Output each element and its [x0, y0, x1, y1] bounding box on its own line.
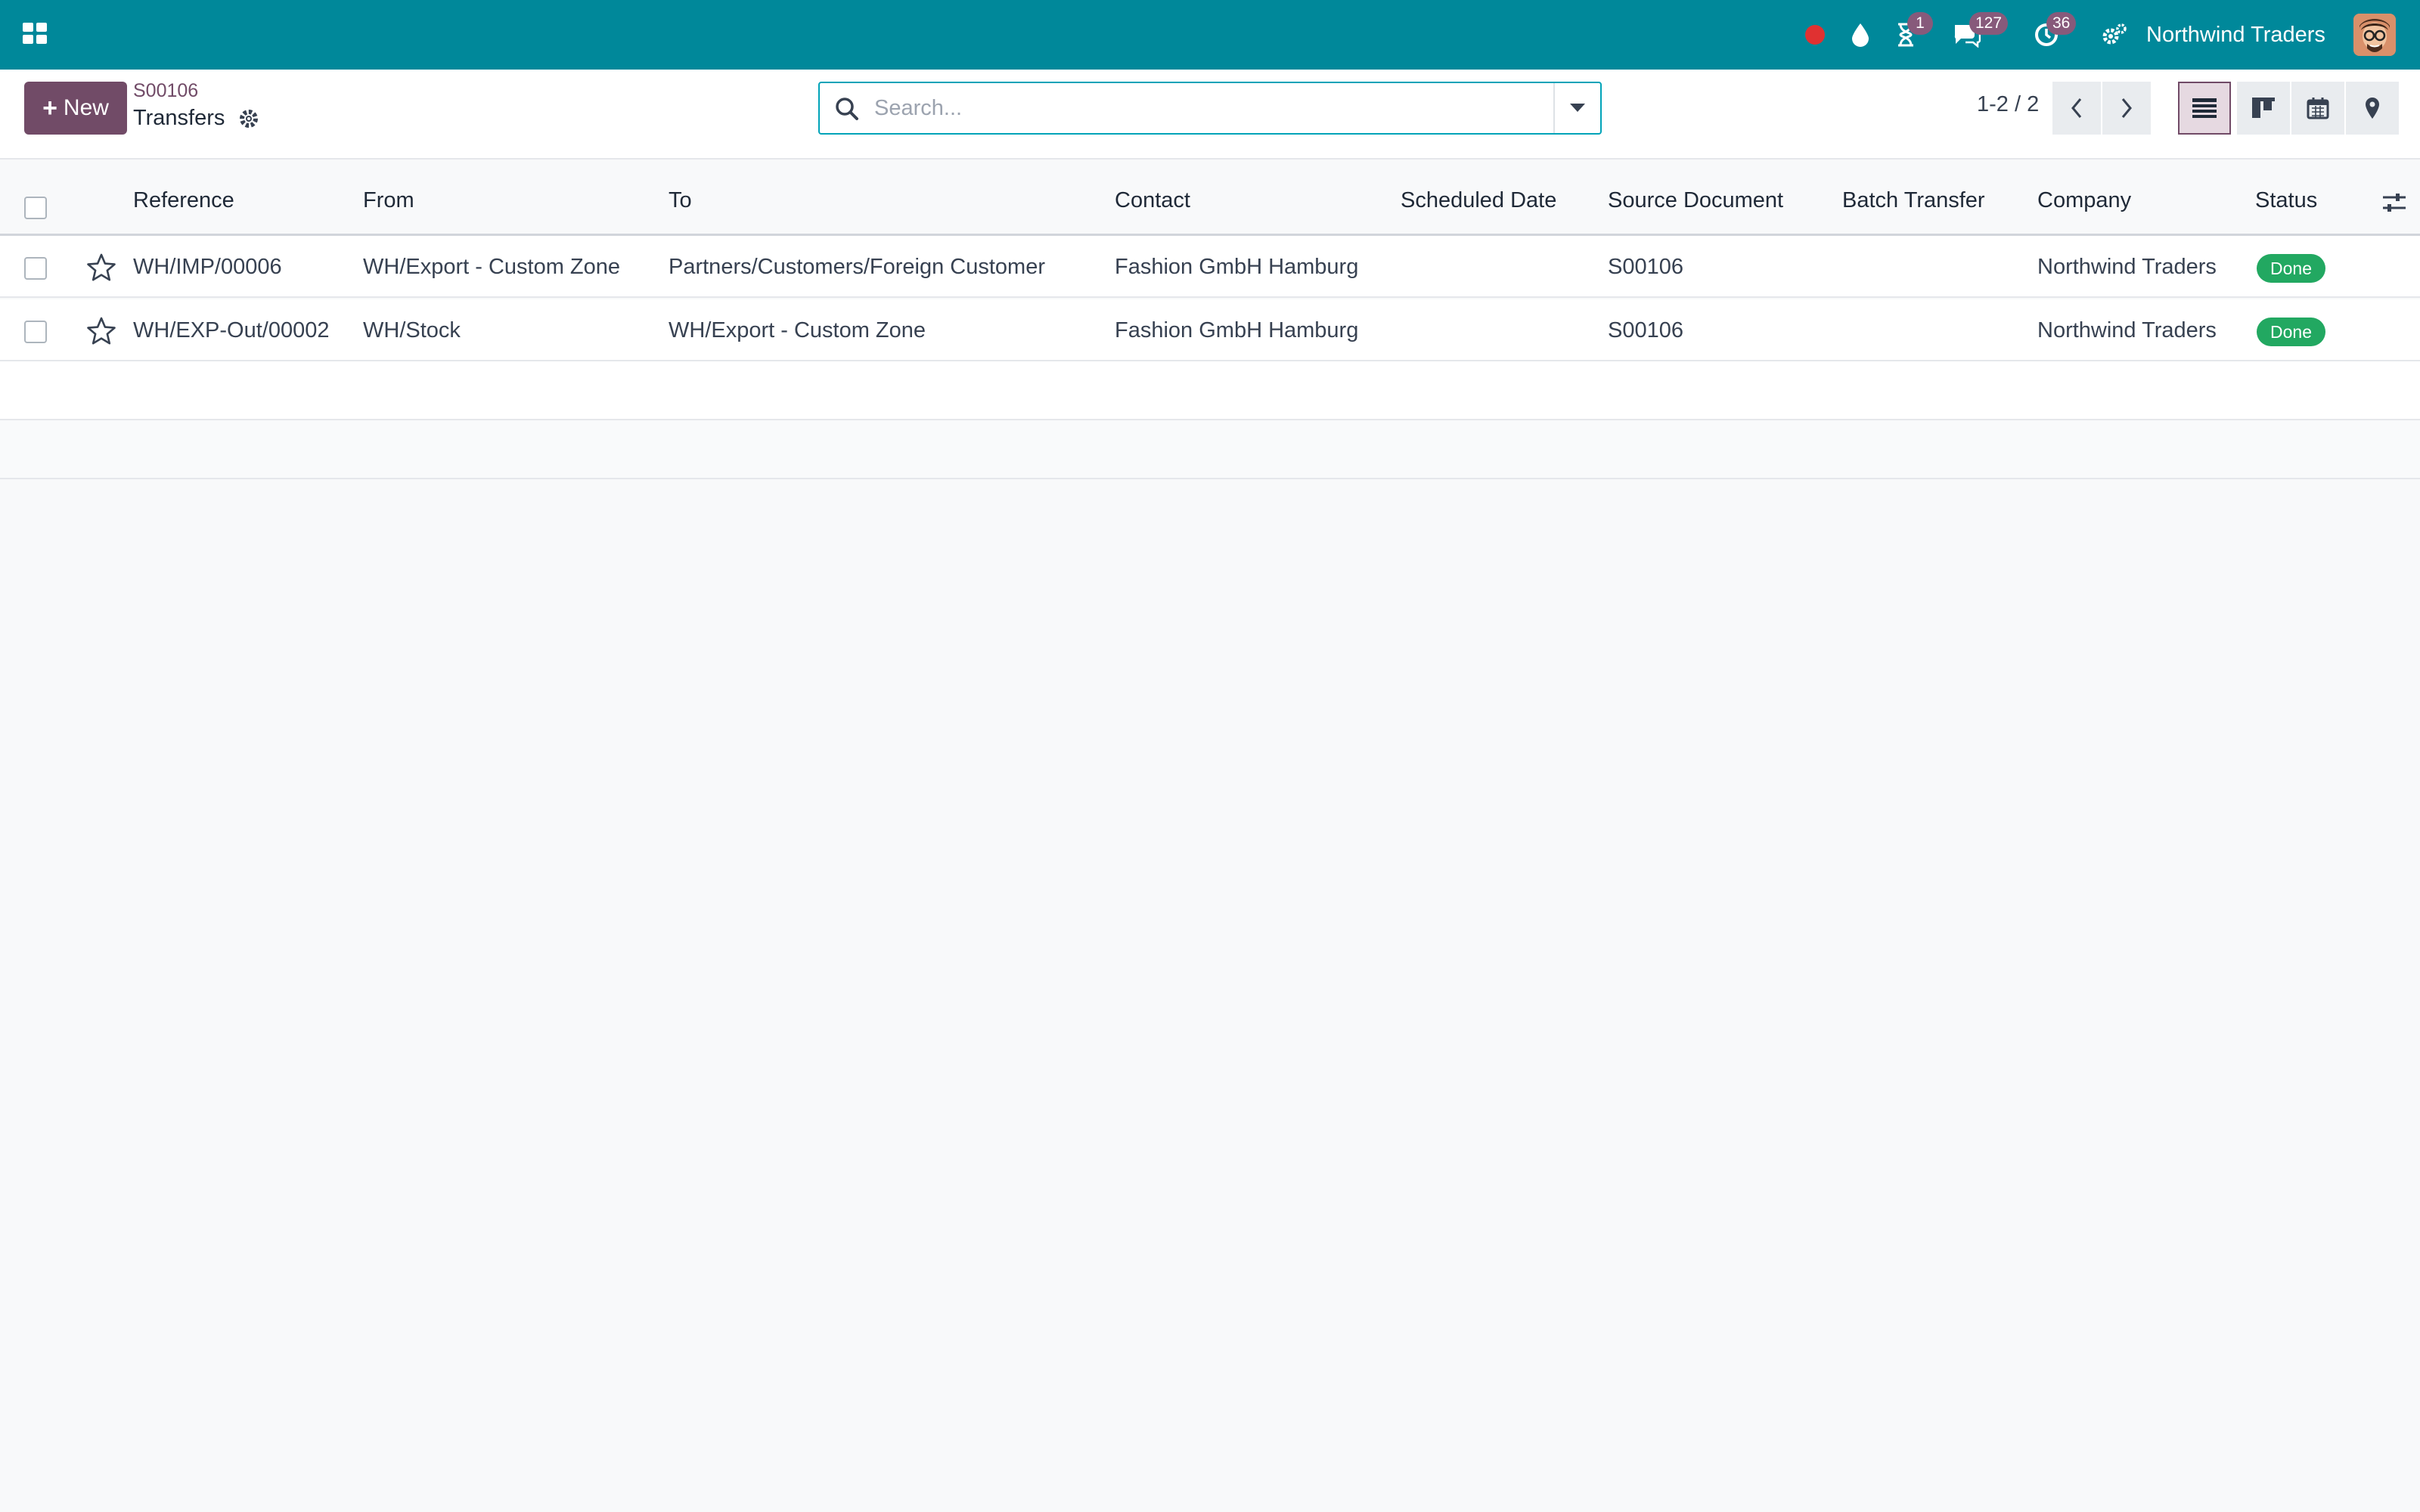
- column-header-source-document[interactable]: Source Document: [1608, 174, 1783, 236]
- settings-gears-icon[interactable]: [2099, 20, 2130, 50]
- recording-dot-icon[interactable]: [1800, 20, 1830, 50]
- cell-to: WH/Export - Custom Zone: [669, 318, 926, 342]
- cell-source-document: S00106: [1608, 255, 1683, 279]
- activity-count-badge: 1: [1907, 12, 1933, 35]
- chevron-right-icon: [2121, 98, 2132, 118]
- cell-to: Partners/Customers/Foreign Customer: [669, 255, 1045, 279]
- list-header: Reference From To Contact Scheduled Date…: [0, 174, 2420, 236]
- column-header-reference[interactable]: Reference: [133, 174, 234, 236]
- new-button-label: New: [63, 95, 109, 120]
- messages-count-badge: 127: [1969, 12, 2009, 35]
- row-checkbox[interactable]: [24, 321, 47, 343]
- new-button[interactable]: + New: [24, 82, 127, 135]
- kanban-view-button[interactable]: [2237, 82, 2290, 135]
- pager-next-button[interactable]: [2102, 82, 2151, 135]
- chevron-left-icon: [2071, 98, 2082, 118]
- user-avatar[interactable]: [2353, 14, 2396, 56]
- column-header-status[interactable]: Status: [2255, 174, 2317, 236]
- search-options-toggle[interactable]: [1553, 83, 1600, 133]
- actions-gear-icon[interactable]: [237, 107, 260, 130]
- search-icon: [833, 95, 861, 122]
- status-badge: Done: [2257, 254, 2325, 283]
- list-icon: [2192, 98, 2217, 118]
- cell-source-document: S00106: [1608, 318, 1683, 342]
- cell-company: Northwind Traders: [2037, 255, 2217, 279]
- hourglass-activity-icon[interactable]: 1: [1891, 12, 1933, 50]
- search-input[interactable]: [874, 91, 1525, 125]
- select-all-checkbox[interactable]: [24, 197, 47, 219]
- cell-reference: WH/EXP-Out/00002: [133, 318, 330, 342]
- list-view-button[interactable]: [2178, 82, 2231, 135]
- calendar-view-button[interactable]: [2291, 82, 2344, 135]
- row-checkbox[interactable]: [24, 257, 47, 280]
- chat-messages-icon[interactable]: 127: [1951, 12, 2009, 50]
- company-switcher[interactable]: Northwind Traders: [2146, 20, 2325, 50]
- column-header-scheduled-date[interactable]: Scheduled Date: [1401, 174, 1556, 236]
- app-grid-icon[interactable]: [21, 20, 48, 47]
- cell-company: Northwind Traders: [2037, 318, 2217, 342]
- clock-icon[interactable]: 36: [2031, 12, 2077, 50]
- plus-icon: +: [42, 94, 57, 122]
- cell-reference: WH/IMP/00006: [133, 255, 282, 279]
- table-row[interactable]: WH/EXP-Out/00002 WH/Stock WH/Export - Cu…: [0, 299, 2420, 361]
- optional-columns-sliders-icon[interactable]: [2381, 189, 2408, 216]
- cell-from: WH/Stock: [363, 318, 461, 342]
- clock-count-badge: 36: [2046, 12, 2077, 35]
- map-view-button[interactable]: [2346, 82, 2399, 135]
- column-header-to[interactable]: To: [669, 174, 692, 236]
- breadcrumb-parent-link[interactable]: S00106: [133, 80, 198, 102]
- column-header-batch-transfer[interactable]: Batch Transfer: [1842, 174, 1985, 236]
- pager-previous-button[interactable]: [2052, 82, 2101, 135]
- caret-down-icon: [1570, 104, 1585, 112]
- kanban-icon: [2252, 98, 2275, 118]
- table-row[interactable]: WH/IMP/00006 WH/Export - Custom Zone Par…: [0, 236, 2420, 298]
- star-icon[interactable]: [86, 253, 116, 283]
- top-navbar: 1 127 36 Northwind Traders: [0, 0, 2420, 70]
- page-title: Transfers: [133, 106, 225, 130]
- star-icon[interactable]: [86, 316, 116, 346]
- cell-contact: Fashion GmbH Hamburg: [1115, 255, 1359, 279]
- control-panel: + New S00106 Transfers 1-2 / 2: [0, 70, 2420, 160]
- water-drop-icon[interactable]: [1845, 20, 1876, 50]
- empty-row: [0, 420, 2420, 479]
- search-bar[interactable]: [818, 82, 1602, 135]
- column-header-contact[interactable]: Contact: [1115, 174, 1190, 236]
- empty-row: [0, 361, 2420, 420]
- cell-from: WH/Export - Custom Zone: [363, 255, 621, 279]
- column-header-from[interactable]: From: [363, 174, 414, 236]
- calendar-icon: [2307, 98, 2329, 119]
- column-header-company[interactable]: Company: [2037, 174, 2131, 236]
- pager-value[interactable]: 1-2 / 2: [1977, 92, 2039, 117]
- cell-contact: Fashion GmbH Hamburg: [1115, 318, 1359, 342]
- map-pin-icon: [2366, 98, 2379, 119]
- status-badge: Done: [2257, 318, 2325, 346]
